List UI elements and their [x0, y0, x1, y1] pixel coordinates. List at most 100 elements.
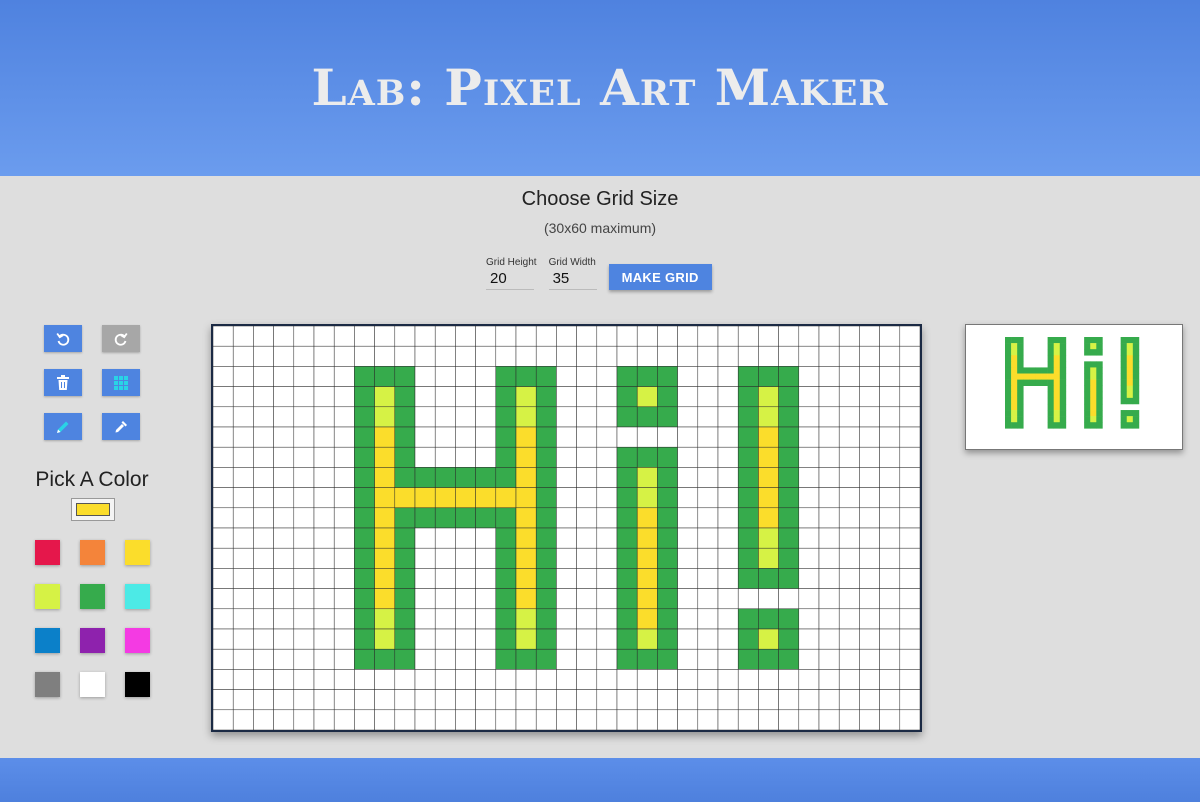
pixel-cell[interactable]	[859, 608, 880, 630]
pixel-cell[interactable]	[232, 628, 254, 650]
pixel-cell[interactable]	[495, 426, 517, 448]
pixel-cell[interactable]	[818, 386, 840, 408]
pixel-cell[interactable]	[475, 628, 497, 650]
pixel-cell[interactable]	[414, 628, 436, 650]
pixel-cell[interactable]	[859, 689, 880, 711]
pixel-cell[interactable]	[232, 709, 254, 730]
pixel-cell[interactable]	[636, 326, 658, 347]
pixel-cell[interactable]	[213, 386, 234, 408]
pixel-cell[interactable]	[778, 527, 800, 549]
pixel-cell[interactable]	[535, 547, 557, 569]
pixel-cell[interactable]	[475, 406, 497, 428]
pixel-cell[interactable]	[374, 326, 396, 347]
pixel-cell[interactable]	[535, 669, 557, 690]
pixel-cell[interactable]	[616, 608, 638, 630]
pixel-cell[interactable]	[333, 406, 355, 428]
redo-button[interactable]	[102, 325, 140, 352]
pixel-cell[interactable]	[293, 628, 315, 650]
pixel-cell[interactable]	[859, 326, 880, 347]
pixel-cell[interactable]	[515, 588, 537, 610]
pixel-cell[interactable]	[515, 669, 537, 690]
pixel-cell[interactable]	[616, 446, 638, 468]
pixel-cell[interactable]	[434, 345, 456, 367]
pixel-cell[interactable]	[293, 588, 315, 610]
pixel-cell[interactable]	[455, 467, 476, 488]
pixel-cell[interactable]	[798, 406, 820, 428]
pixel-cell[interactable]	[495, 527, 517, 549]
pixel-cell[interactable]	[495, 669, 517, 690]
pixel-cell[interactable]	[758, 386, 779, 408]
pixel-cell[interactable]	[879, 669, 901, 690]
pixel-cell[interactable]	[213, 709, 234, 730]
pixel-cell[interactable]	[293, 709, 315, 730]
pixel-cell[interactable]	[838, 467, 860, 488]
pixel-cell[interactable]	[273, 628, 295, 650]
pixel-cell[interactable]	[899, 628, 920, 650]
pixel-cell[interactable]	[293, 326, 315, 347]
pixel-cell[interactable]	[455, 648, 476, 670]
pixel-cell[interactable]	[394, 689, 416, 711]
pixel-cell[interactable]	[717, 628, 739, 650]
pixel-cell[interactable]	[213, 547, 234, 569]
pixel-cell[interactable]	[798, 547, 820, 569]
pixel-cell[interactable]	[697, 446, 719, 468]
pixel-cell[interactable]	[818, 345, 840, 367]
pixel-cell[interactable]	[778, 568, 800, 589]
pixel-cell[interactable]	[253, 689, 274, 711]
pixel-cell[interactable]	[374, 487, 396, 509]
pixel-cell[interactable]	[859, 406, 880, 428]
pixel-cell[interactable]	[657, 386, 678, 408]
pixel-cell[interactable]	[232, 426, 254, 448]
pixel-cell[interactable]	[879, 648, 901, 670]
pixel-cell[interactable]	[636, 426, 658, 448]
pixel-cell[interactable]	[697, 588, 719, 610]
pixel-cell[interactable]	[818, 446, 840, 468]
pixel-cell[interactable]	[859, 487, 880, 509]
color-swatch-cyan[interactable]	[125, 584, 150, 609]
pixel-cell[interactable]	[495, 547, 517, 569]
pixel-cell[interactable]	[657, 689, 678, 711]
pixel-cell[interactable]	[273, 426, 295, 448]
pixel-cell[interactable]	[677, 669, 699, 690]
pixel-cell[interactable]	[838, 689, 860, 711]
pixel-cell[interactable]	[778, 689, 800, 711]
pixel-cell[interactable]	[556, 467, 577, 488]
pixel-cell[interactable]	[434, 527, 456, 549]
pixel-cell[interactable]	[576, 689, 598, 711]
pixel-cell[interactable]	[354, 326, 375, 347]
pixel-cell[interactable]	[394, 547, 416, 569]
pixel-cell[interactable]	[253, 487, 274, 509]
pixel-cell[interactable]	[556, 608, 577, 630]
pixel-cell[interactable]	[273, 386, 295, 408]
pixel-cell[interactable]	[798, 386, 820, 408]
pixel-cell[interactable]	[515, 386, 537, 408]
pixel-cell[interactable]	[394, 648, 416, 670]
clear-grid-button[interactable]	[44, 369, 82, 396]
pixel-cell[interactable]	[798, 689, 820, 711]
pixel-cell[interactable]	[899, 689, 920, 711]
pixel-cell[interactable]	[253, 527, 274, 549]
pixel-cell[interactable]	[677, 446, 699, 468]
pixel-cell[interactable]	[879, 406, 901, 428]
pixel-cell[interactable]	[636, 527, 658, 549]
eyedropper-button[interactable]	[102, 413, 140, 440]
pixel-cell[interactable]	[253, 467, 274, 488]
pixel-cell[interactable]	[838, 366, 860, 387]
pixel-cell[interactable]	[778, 366, 800, 387]
pixel-cell[interactable]	[475, 386, 497, 408]
pixel-cell[interactable]	[232, 467, 254, 488]
pixel-cell[interactable]	[677, 628, 699, 650]
pixel-cell[interactable]	[374, 547, 396, 569]
pixel-cell[interactable]	[818, 366, 840, 387]
pixel-cell[interactable]	[333, 628, 355, 650]
pixel-cell[interactable]	[657, 709, 678, 730]
pixel-cell[interactable]	[859, 345, 880, 367]
pixel-cell[interactable]	[273, 467, 295, 488]
pixel-cell[interactable]	[273, 689, 295, 711]
pixel-cell[interactable]	[657, 588, 678, 610]
pixel-cell[interactable]	[374, 366, 396, 387]
pixel-cell[interactable]	[475, 366, 497, 387]
pixel-cell[interactable]	[273, 345, 295, 367]
pixel-cell[interactable]	[657, 406, 678, 428]
pixel-cell[interactable]	[414, 669, 436, 690]
